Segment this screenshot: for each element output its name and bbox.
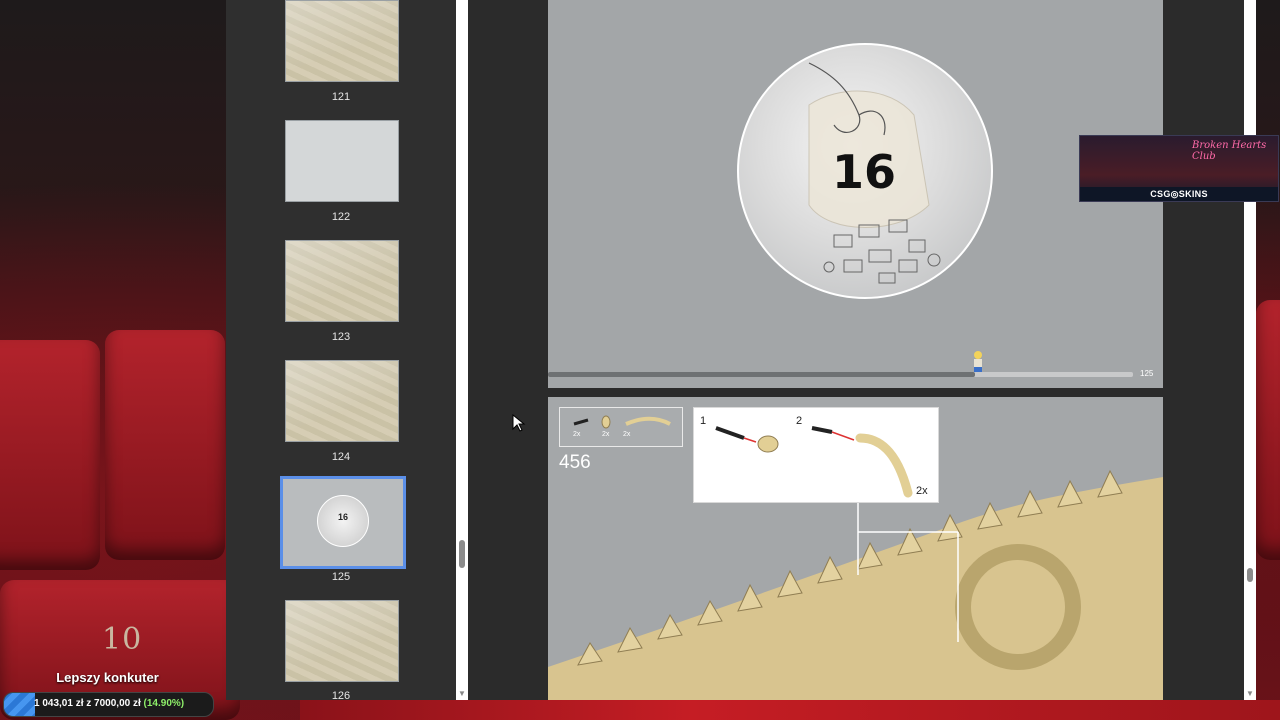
thumbnail-image [286,1,398,81]
sub-assembly-illustration [715,426,913,498]
donation-percent: (14.90%) [143,698,185,709]
thumbnail-sidebar: 121 122 123 124 16 125 126 [226,0,456,702]
page-thumbnail[interactable] [285,0,399,82]
build-progress-fill [548,372,976,377]
sidebar-scroll-thumb[interactable] [459,540,465,568]
donation-amount: 1 043,01 zł z 7000,00 zł [34,698,141,709]
page-thumbnail[interactable] [285,120,399,202]
scroll-down-icon[interactable]: ▼ [458,690,466,698]
page-thumbnail[interactable] [285,240,399,322]
thumbnail-page-number: 123 [331,331,351,343]
parts-callout: 2x 2x 2x [559,407,683,447]
sub-assembly-quantity: 2x [916,485,928,497]
part-quantity: 2x [602,431,610,438]
bag-number: 16 [831,145,896,199]
thumbnail-page-number: 122 [331,211,351,223]
donation-goal-title: Lepszy konkuter [56,670,159,685]
build-progress-bar [548,372,1133,377]
thumbnail-page-number: 124 [331,451,351,463]
thumbnail-page-number: 126 [331,690,351,702]
donation-goal-text: 1 043,01 zł z 7000,00 zł (14.90%) [34,698,184,709]
scroll-down-icon[interactable]: ▼ [1246,690,1254,698]
donation-goal-bar: 1 043,01 zł z 7000,00 zł (14.90%) [3,692,214,717]
thumbnail-image [286,601,398,681]
cinema-seat [0,340,100,570]
page-thumbnail[interactable] [285,600,399,682]
document-scrollbar[interactable]: ▼ [1244,0,1256,700]
donation-goal-fill [4,693,36,716]
thumbnail-image [286,121,398,201]
page-thumbnail[interactable] [285,360,399,442]
progress-page-number: 125 [1140,369,1154,378]
mouse-cursor-icon [512,414,526,432]
page-thumbnail-selected[interactable]: 16 [280,476,406,569]
bag-circle-mini: 16 [317,495,369,547]
cinema-seat [105,330,225,560]
bag-number-mini: 16 [337,512,348,522]
cinema-seat [1256,300,1280,560]
part-quantity: 2x [573,431,581,438]
seat-row-strip [300,700,1280,720]
parts-icons [573,415,671,429]
thumbnail-image [286,241,398,321]
ad-neon-sign: Broken Hearts Club [1192,140,1267,162]
step-number: 456 [559,452,591,473]
thumbnail-page-number: 125 [331,571,351,583]
part-quantity: 2x [623,431,631,438]
stream-ad-banner[interactable]: Broken Hearts Club CSG◎SKINS [1079,135,1279,202]
ad-brand: CSG◎SKINS [1150,189,1208,199]
thumbnail-image [286,361,398,441]
bag-open-illustration: 16 [737,43,993,299]
sidebar-scrollbar[interactable]: ▼ [456,0,468,700]
thumbnail-page-number: 121 [331,91,351,103]
seat-number: 10 [102,622,143,657]
document-scroll-thumb[interactable] [1247,568,1253,582]
sub-assembly-callout: 1 2 2x [693,407,939,503]
